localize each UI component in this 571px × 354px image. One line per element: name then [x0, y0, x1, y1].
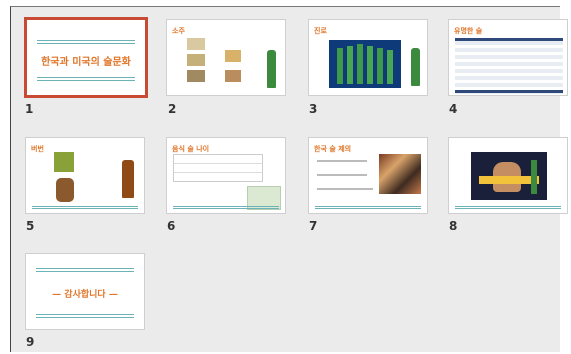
decorative-line: [37, 77, 135, 78]
slide-number: 7: [309, 219, 318, 233]
grain-image: [187, 54, 205, 66]
decorative-line: [455, 206, 561, 207]
bourbon-bottle-image: [122, 160, 134, 198]
decorative-line: [315, 206, 421, 207]
decorative-line: [32, 208, 138, 209]
decorative-line: [173, 208, 279, 209]
slide-title: 버번: [31, 145, 44, 153]
decorative-line: [36, 271, 134, 272]
text-line: [317, 174, 367, 176]
slide-title: 한국 술 제의: [314, 145, 352, 153]
slide-title: 한국과 미국의 술문화: [41, 57, 131, 68]
soju-bottle-image: [267, 50, 276, 88]
slide-title: 진로: [314, 27, 327, 35]
video-thumbnail: [471, 152, 547, 200]
slide-thumbnail-6[interactable]: 음식 술 나이: [166, 137, 286, 214]
soju-bottle-image: [411, 48, 420, 86]
sweet-potato-image: [225, 70, 241, 82]
slide-thumbnail-2[interactable]: 소주: [166, 19, 286, 96]
corn-image: [54, 152, 74, 172]
slide-thumbnail-7[interactable]: 한국 술 제의: [308, 137, 428, 214]
decorative-line: [315, 208, 421, 209]
slide-thumbnail-3[interactable]: 진로: [308, 19, 428, 96]
slide-number: 8: [449, 219, 458, 233]
decorative-line: [32, 206, 138, 207]
decorative-line: [37, 43, 135, 44]
grain-image: [187, 38, 205, 50]
grain-image: [187, 70, 205, 82]
slide-title: 유명한 술: [454, 27, 483, 35]
slide-title: — 감사합니다 —: [52, 290, 118, 300]
slide-title: 소주: [172, 27, 185, 35]
slide-thumbnail-8[interactable]: [448, 137, 568, 214]
slide-number: 1: [25, 102, 34, 116]
decorative-line: [36, 268, 134, 269]
potato-image: [225, 50, 241, 62]
slide-thumbnail-1[interactable]: 한국과 미국의 술문화: [24, 17, 148, 98]
decorative-line: [36, 314, 134, 315]
slide-number: 5: [26, 219, 35, 233]
decorative-line: [37, 40, 135, 41]
slide-number: 6: [167, 219, 176, 233]
slide-number: 2: [168, 102, 177, 116]
table-image: [173, 154, 263, 182]
soju-bottles-photo: [329, 40, 401, 88]
slide-thumbnail-9[interactable]: — 감사합니다 —: [25, 253, 145, 330]
table-image: [455, 38, 563, 95]
decorative-line: [455, 208, 561, 209]
slide-title: 음식 술 나이: [172, 145, 210, 153]
decorative-line: [173, 206, 279, 207]
slide-thumbnail-5[interactable]: 버번: [25, 137, 145, 214]
slide-sorter-panel: 한국과 미국의 술문화 1 소주 2 진로 3 유명한 술 4 버번 5 음식 …: [10, 6, 568, 352]
decorative-line: [36, 317, 134, 318]
table-footer: [455, 90, 563, 93]
slide-thumbnail-4[interactable]: 유명한 술: [448, 19, 568, 96]
decorative-line: [37, 80, 135, 81]
slide-number: 9: [26, 335, 35, 349]
text-line: [317, 188, 373, 190]
slide-number: 4: [449, 102, 458, 116]
collage-image: [379, 154, 421, 194]
text-line: [317, 160, 367, 162]
slide-number: 3: [309, 102, 318, 116]
barrel-image: [56, 178, 74, 202]
